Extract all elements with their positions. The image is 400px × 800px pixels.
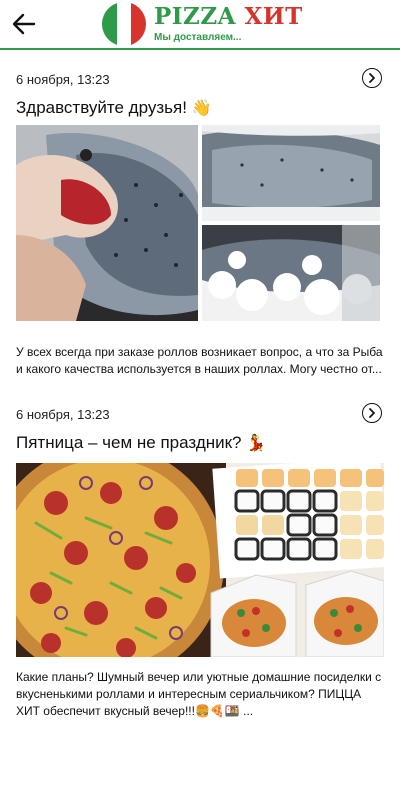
arrow-left-icon — [12, 13, 36, 35]
news-post[interactable]: 6 ноября, 13:23 Пятница – чем не праздни… — [0, 395, 400, 718]
app-header: PIZZA ХИТ Мы доставляем... — [0, 0, 400, 50]
back-button[interactable] — [10, 10, 38, 38]
salmon-in-hand-photo[interactable] — [16, 125, 198, 321]
post-title: Здравствуйте друзья! 👋 — [16, 98, 212, 118]
salmon-on-ice-photo[interactable] — [202, 125, 380, 221]
italian-flag-icon — [102, 2, 146, 46]
chevron-right-icon — [369, 73, 375, 83]
post-date: 6 ноября, 13:23 — [16, 72, 110, 87]
salmon-fillet-on-ice-photo[interactable] — [202, 225, 380, 321]
logo-title: PIZZA ХИТ — [154, 3, 303, 30]
post-title-text: Здравствуйте друзья! — [16, 98, 187, 117]
chevron-right-icon — [369, 408, 375, 418]
post-excerpt: У всех всегда при заказе роллов возникае… — [16, 345, 383, 376]
post-date: 6 ноября, 13:23 — [16, 407, 110, 422]
sushi-rolls-set-photo — [210, 463, 384, 657]
brand-logo: PIZZA ХИТ Мы доставляем... — [102, 2, 302, 46]
dancer-icon: 💃 — [246, 435, 267, 452]
news-post[interactable]: 6 ноября, 13:23 Здравствуйте друзья! 👋 У… — [0, 60, 400, 380]
waving-hand-icon: 👋 — [191, 100, 212, 117]
post-excerpt: Какие планы? Шумный вечер или уютные дом… — [16, 670, 382, 718]
logo-tagline: Мы доставляем... — [154, 32, 242, 43]
logo-word-hit: ХИТ — [244, 3, 303, 30]
pizza-with-pepperoni-photo — [16, 463, 224, 657]
open-post-button[interactable] — [362, 68, 382, 88]
open-post-button[interactable] — [362, 403, 382, 423]
food-photo[interactable] — [16, 463, 384, 657]
logo-word-pizza: PIZZA — [154, 3, 236, 30]
post-title-text: Пятница – чем не праздник? — [16, 433, 242, 452]
post-title: Пятница – чем не праздник? 💃 — [16, 433, 266, 453]
